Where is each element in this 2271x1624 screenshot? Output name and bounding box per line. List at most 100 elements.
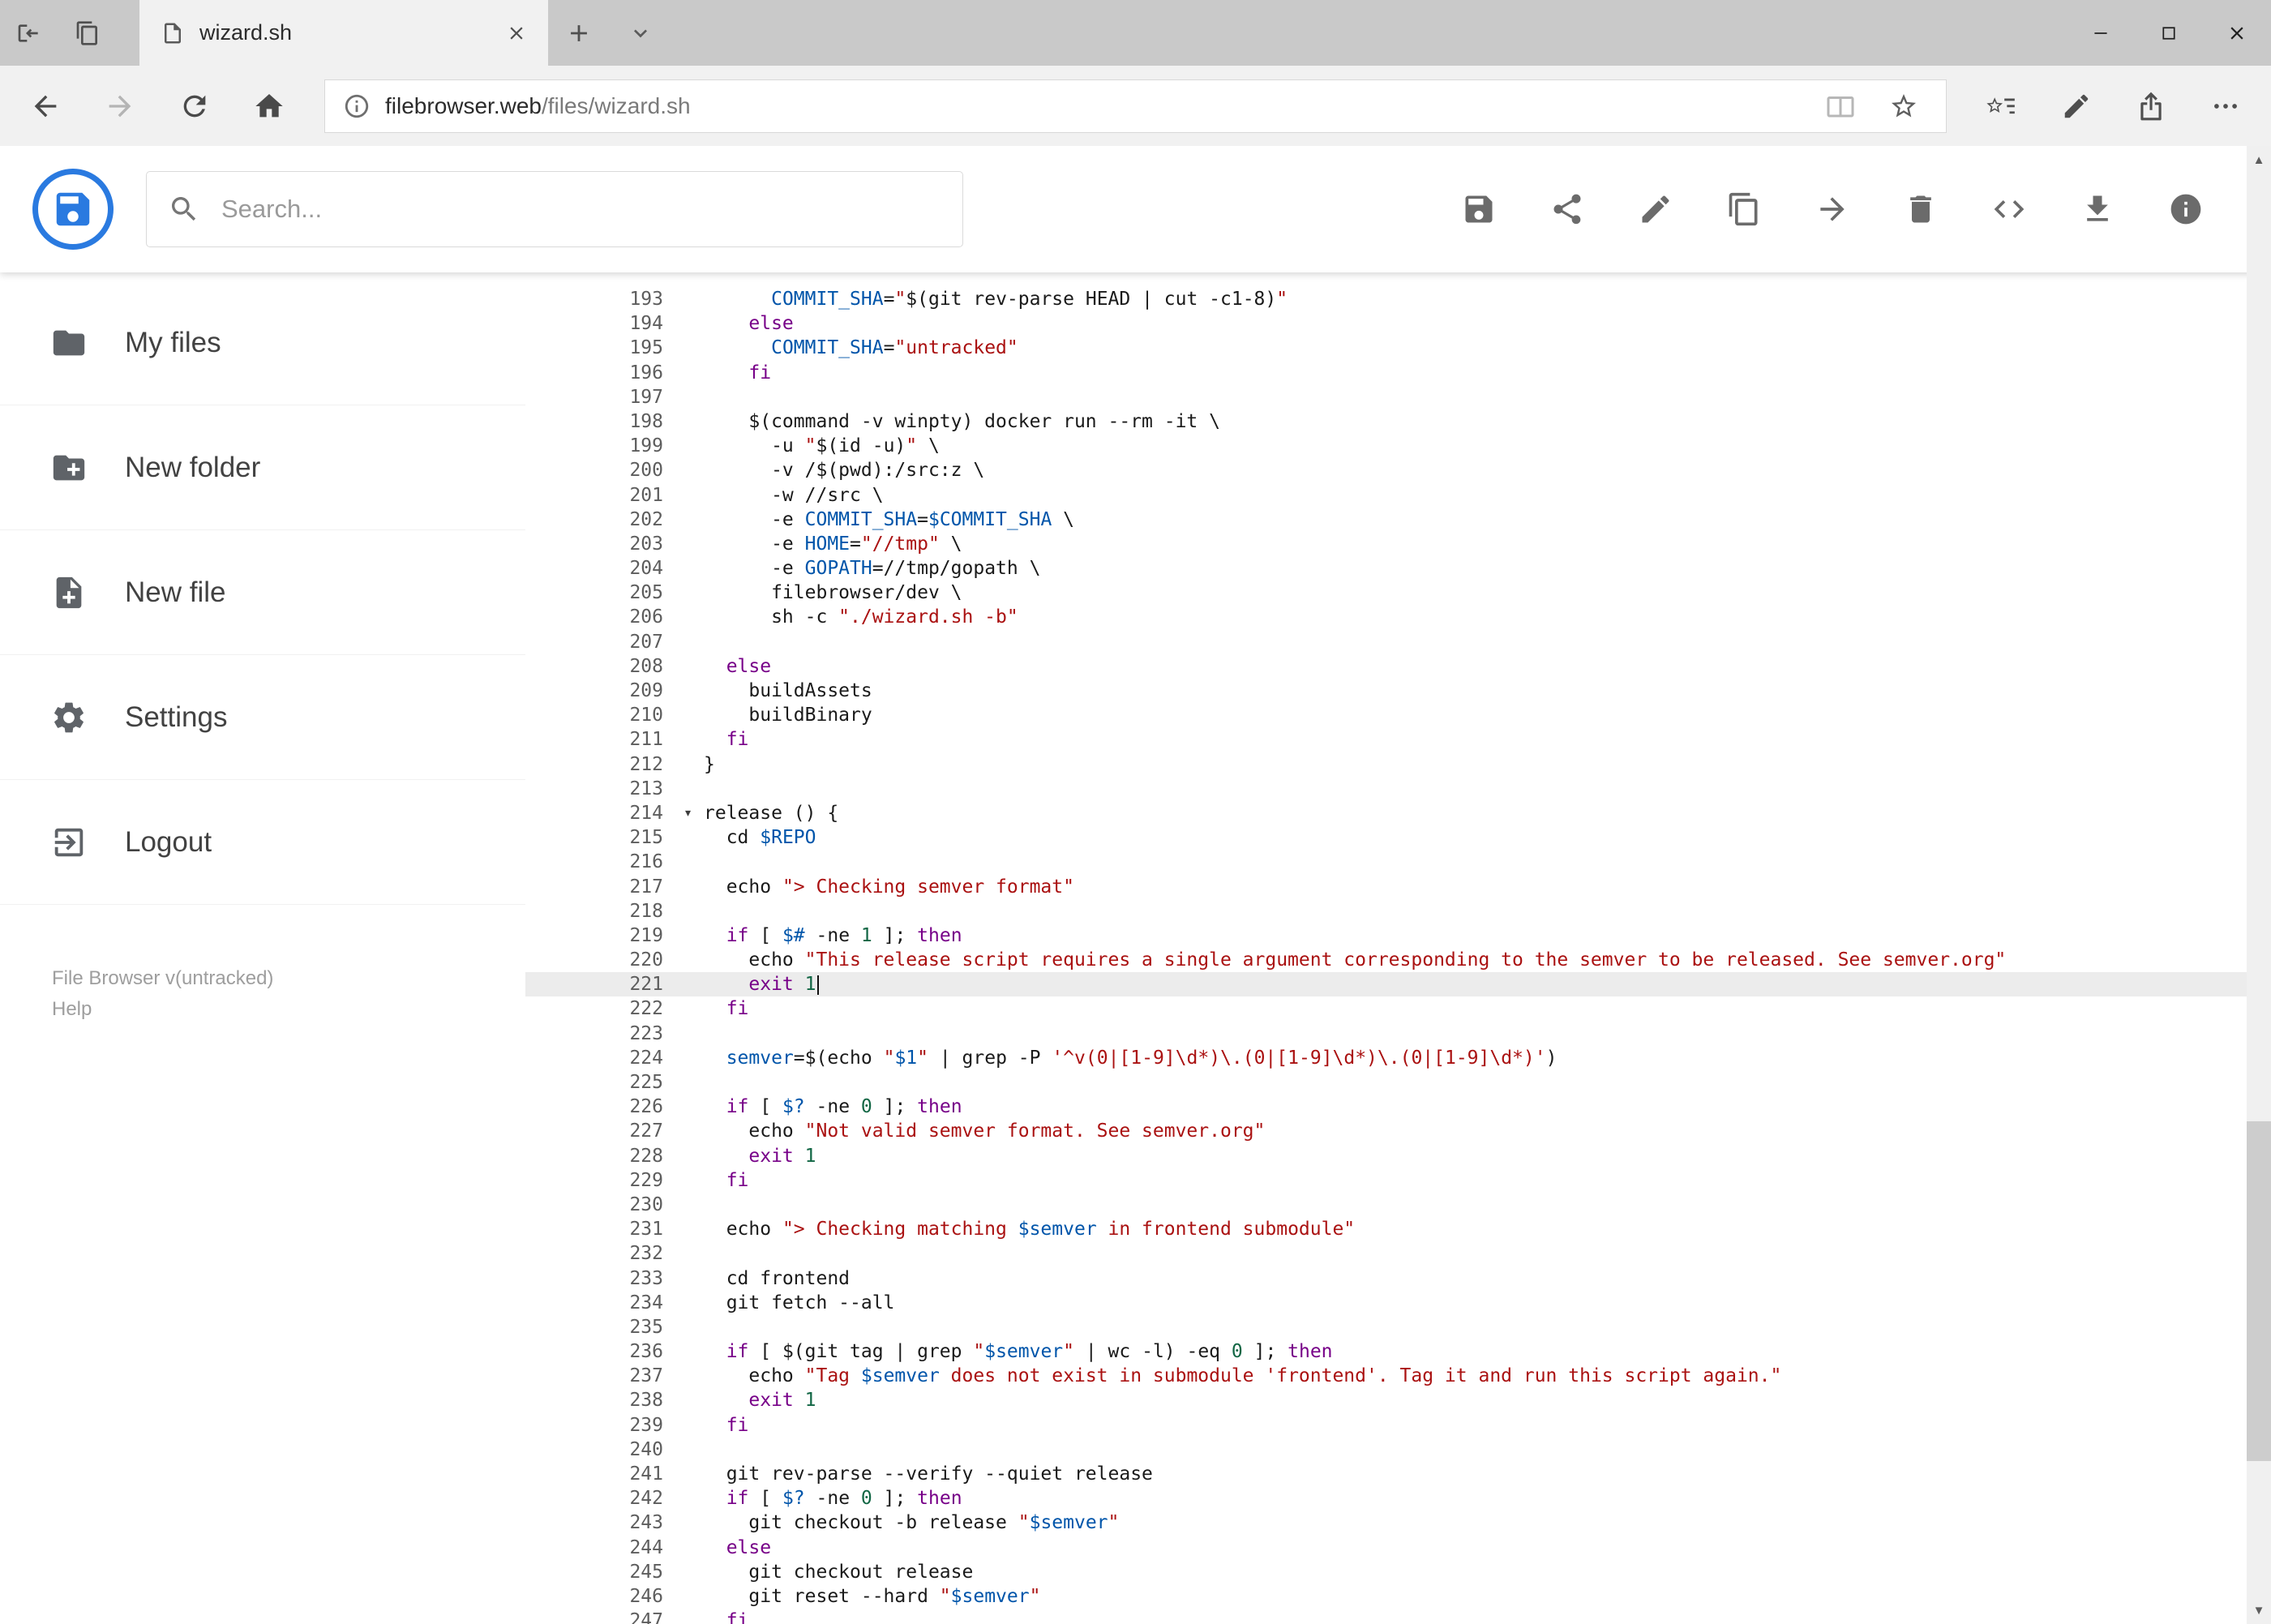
- scrollbar-thumb[interactable]: [2247, 1121, 2271, 1462]
- code-row[interactable]: 221 exit 1: [525, 972, 2271, 997]
- code-row[interactable]: 197: [525, 385, 2271, 409]
- code-row[interactable]: 243 git checkout -b release "$semver": [525, 1510, 2271, 1535]
- code-row[interactable]: 222 fi: [525, 996, 2271, 1021]
- delete-button[interactable]: [1896, 184, 1946, 234]
- code-row[interactable]: 224 semver=$(echo "$1" | grep -P '^v(0|[…: [525, 1046, 2271, 1070]
- code-row[interactable]: 236 if [ $(git tag | grep "$semver" | wc…: [525, 1339, 2271, 1364]
- code-row[interactable]: 247 fi: [525, 1609, 2271, 1624]
- fold-arrow-icon[interactable]: ▾: [683, 801, 692, 825]
- code-row[interactable]: 229 fi: [525, 1168, 2271, 1193]
- download-button[interactable]: [2072, 184, 2123, 234]
- code-row[interactable]: 239 fi: [525, 1413, 2271, 1438]
- edit-button[interactable]: [1630, 184, 1681, 234]
- code-row[interactable]: 196 fi: [525, 361, 2271, 385]
- set-tabs-aside-button[interactable]: [0, 0, 58, 66]
- code-row[interactable]: 203 -e HOME="//tmp" \: [525, 532, 2271, 556]
- code-row[interactable]: 244 else: [525, 1536, 2271, 1560]
- code-row[interactable]: 242 if [ $? -ne 0 ]; then: [525, 1486, 2271, 1510]
- save-button[interactable]: [1454, 184, 1504, 234]
- code-row[interactable]: 246 git reset --hard "$semver": [525, 1584, 2271, 1609]
- sidebar-item-new-file[interactable]: New file: [0, 530, 525, 655]
- code-row[interactable]: 209 buildAssets: [525, 679, 2271, 703]
- back-button[interactable]: [8, 66, 83, 146]
- more-options-button[interactable]: [2188, 66, 2263, 146]
- maximize-button[interactable]: [2135, 0, 2203, 66]
- code-row[interactable]: 204 -e GOPATH=//tmp/gopath \: [525, 556, 2271, 581]
- address-bar[interactable]: filebrowser.web/files/wizard.sh: [324, 79, 1947, 133]
- code-row[interactable]: 238 exit 1: [525, 1388, 2271, 1412]
- code-row[interactable]: 217 echo "> Checking semver format": [525, 875, 2271, 899]
- code-row[interactable]: 227 echo "Not valid semver format. See s…: [525, 1119, 2271, 1143]
- code-row[interactable]: 193 COMMIT_SHA="$(git rev-parse HEAD | c…: [525, 287, 2271, 311]
- code-editor[interactable]: 193 COMMIT_SHA="$(git rev-parse HEAD | c…: [525, 272, 2271, 1624]
- site-info-icon[interactable]: [343, 92, 371, 120]
- code-row[interactable]: 225: [525, 1070, 2271, 1095]
- home-button[interactable]: [232, 66, 306, 146]
- scroll-down-arrow[interactable]: ▼: [2247, 1596, 2271, 1624]
- sidebar-item-my-files[interactable]: My files: [0, 281, 525, 405]
- share-page-button[interactable]: [2114, 66, 2188, 146]
- code-row[interactable]: 199 -u "$(id -u)" \: [525, 434, 2271, 458]
- view-code-button[interactable]: [1984, 184, 2034, 234]
- code-row[interactable]: 216: [525, 850, 2271, 874]
- code-row[interactable]: 234 git fetch --all: [525, 1291, 2271, 1315]
- sidebar-item-logout[interactable]: Logout: [0, 780, 525, 905]
- code-row[interactable]: 208 else: [525, 654, 2271, 679]
- help-link[interactable]: Help: [52, 994, 525, 1025]
- refresh-button[interactable]: [157, 66, 232, 146]
- code-row[interactable]: 228 exit 1: [525, 1144, 2271, 1168]
- code-row[interactable]: 223: [525, 1022, 2271, 1046]
- code-row[interactable]: 207: [525, 630, 2271, 654]
- code-row[interactable]: 206 sh -c "./wizard.sh -b": [525, 605, 2271, 629]
- code-row[interactable]: 219 if [ $# -ne 1 ]; then: [525, 923, 2271, 948]
- tab-list-button[interactable]: [610, 0, 671, 66]
- close-window-button[interactable]: [2203, 0, 2271, 66]
- code-row[interactable]: 220 echo "This release script requires a…: [525, 948, 2271, 972]
- code-row[interactable]: 226 if [ $? -ne 0 ]; then: [525, 1095, 2271, 1119]
- web-note-pen-button[interactable]: [2039, 66, 2114, 146]
- code-row[interactable]: 201 -w //src \: [525, 483, 2271, 508]
- code-row[interactable]: 233 cd frontend: [525, 1266, 2271, 1291]
- code-row[interactable]: 231 echo "> Checking matching $semver in…: [525, 1217, 2271, 1241]
- tab-close-button[interactable]: [506, 23, 527, 44]
- page-scrollbar[interactable]: ▲ ▼: [2247, 146, 2271, 1624]
- code-row[interactable]: 210 buildBinary: [525, 703, 2271, 727]
- code-row[interactable]: 212}: [525, 752, 2271, 777]
- minimize-button[interactable]: [2067, 0, 2135, 66]
- code-row[interactable]: 218: [525, 899, 2271, 923]
- code-row[interactable]: 211 fi: [525, 727, 2271, 752]
- code-row[interactable]: 241 git rev-parse --verify --quiet relea…: [525, 1462, 2271, 1486]
- move-button[interactable]: [1807, 184, 1858, 234]
- code-row[interactable]: 202 -e COMMIT_SHA=$COMMIT_SHA \: [525, 508, 2271, 532]
- tabs-preview-button[interactable]: [58, 0, 117, 66]
- code-row[interactable]: 194 else: [525, 311, 2271, 336]
- new-tab-button[interactable]: [548, 0, 610, 66]
- code-row[interactable]: 213: [525, 777, 2271, 801]
- share-button[interactable]: [1542, 184, 1592, 234]
- code-row[interactable]: 205 filebrowser/dev \: [525, 581, 2271, 605]
- sidebar-item-settings[interactable]: Settings: [0, 655, 525, 780]
- code-row[interactable]: 198 $(command -v winpty) docker run --rm…: [525, 409, 2271, 434]
- reading-view-button[interactable]: [1816, 92, 1865, 121]
- code-row[interactable]: 214 ▾ release () {: [525, 801, 2271, 825]
- code-row[interactable]: 230: [525, 1193, 2271, 1217]
- code-row[interactable]: 232: [525, 1241, 2271, 1266]
- code-row[interactable]: 245 git checkout release: [525, 1560, 2271, 1584]
- search-input[interactable]: [221, 195, 941, 224]
- code-row[interactable]: 240: [525, 1438, 2271, 1462]
- copy-button[interactable]: [1719, 184, 1769, 234]
- scroll-up-arrow[interactable]: ▲: [2247, 146, 2271, 174]
- favorite-star-button[interactable]: [1879, 92, 1928, 121]
- info-button[interactable]: [2161, 184, 2211, 234]
- search-box[interactable]: [146, 171, 963, 247]
- code-row[interactable]: 195 COMMIT_SHA="untracked": [525, 336, 2271, 360]
- filebrowser-logo[interactable]: [32, 169, 114, 250]
- favorites-hub-button[interactable]: [1965, 66, 2039, 146]
- code-row[interactable]: 215 cd $REPO: [525, 825, 2271, 850]
- browser-tab[interactable]: wizard.sh: [139, 0, 548, 66]
- code-row[interactable]: 237 echo "Tag $semver does not exist in …: [525, 1364, 2271, 1388]
- code-row[interactable]: 200 -v /$(pwd):/src:z \: [525, 458, 2271, 482]
- code-row[interactable]: 235: [525, 1315, 2271, 1339]
- sidebar-item-new-folder[interactable]: New folder: [0, 405, 525, 530]
- forward-button[interactable]: [83, 66, 157, 146]
